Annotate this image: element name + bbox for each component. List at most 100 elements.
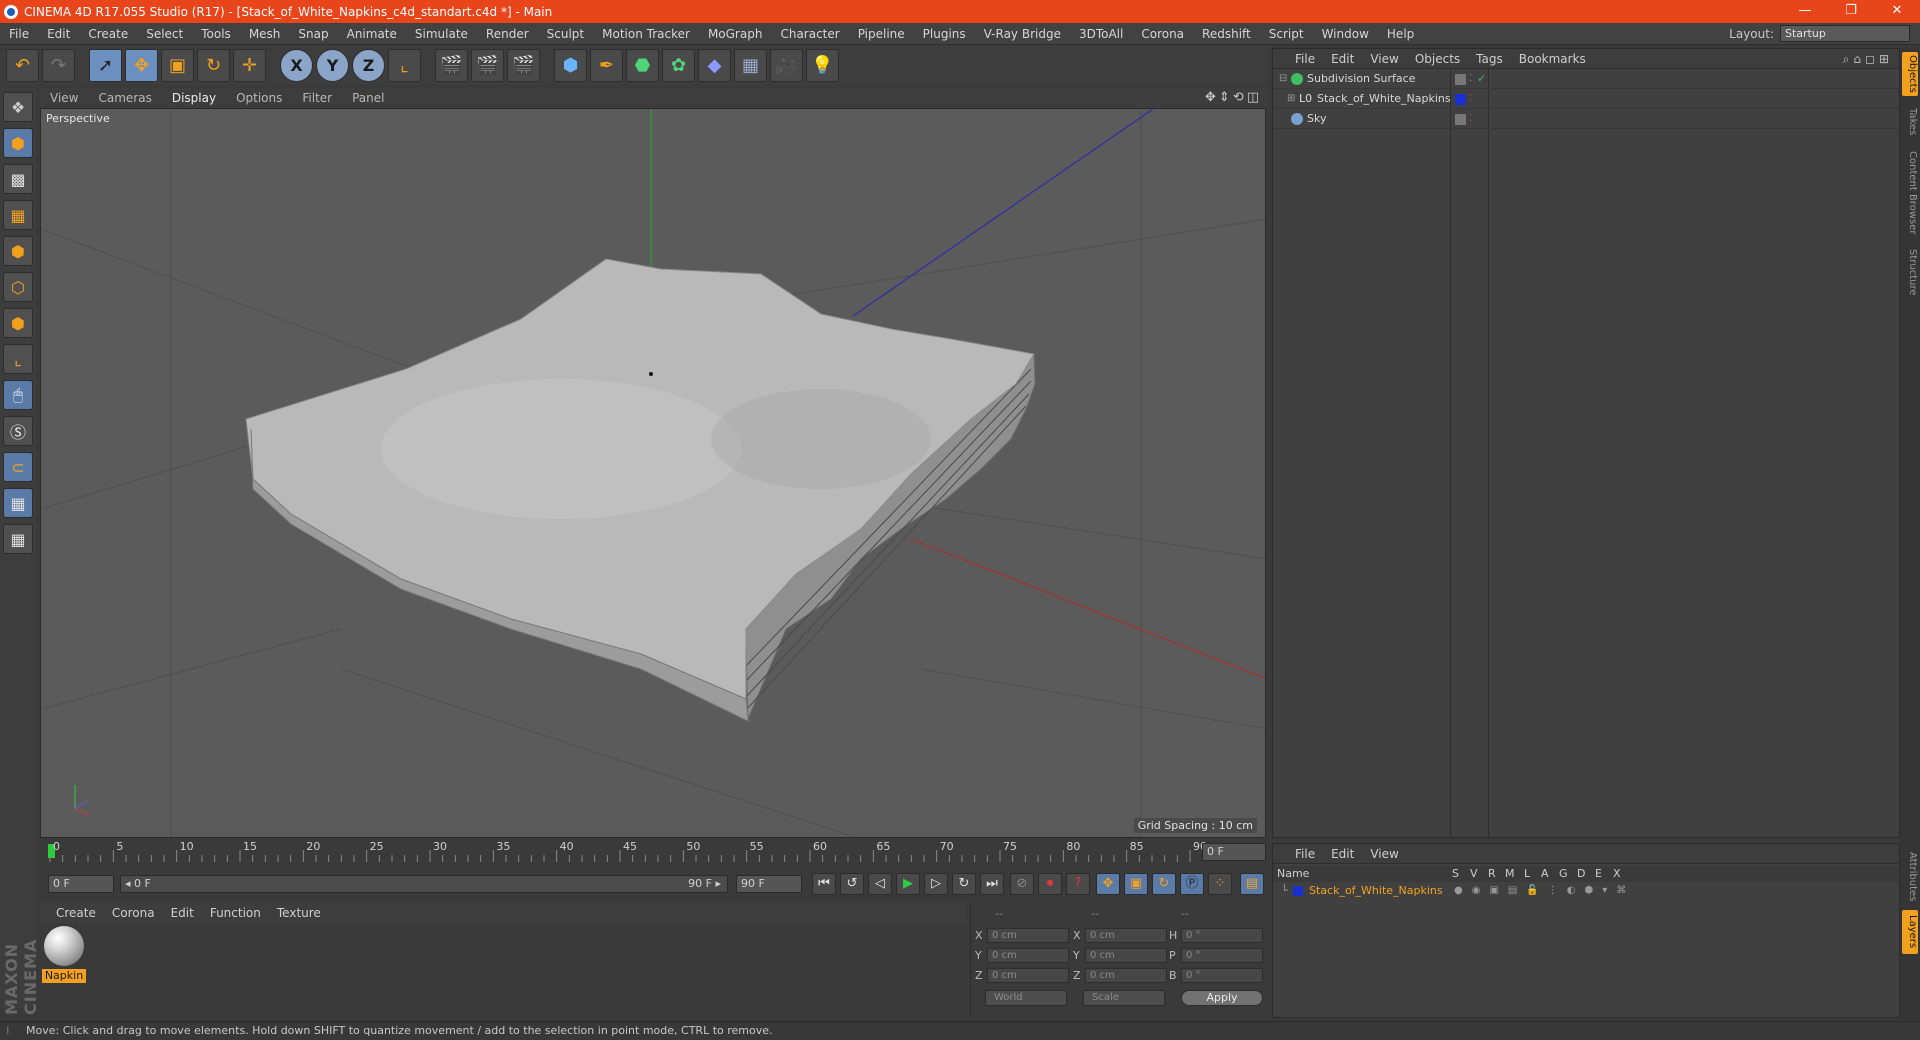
menu-motion-tracker[interactable]: Motion Tracker: [593, 27, 699, 41]
collapse-toggle-icon[interactable]: ⊟: [1279, 70, 1287, 88]
visibility-dots-icon[interactable]: ⁚: [1469, 110, 1472, 128]
timeline-ruler[interactable]: 0 5 10 15 20 25 30 35 40 45 50 55 60 65 70 75 80 85 90: [46, 840, 1207, 864]
minimize-button[interactable]: —: [1782, 0, 1828, 23]
visibility-dots-icon[interactable]: ⁚: [1469, 70, 1472, 88]
viewport-menu-panel[interactable]: Panel: [342, 91, 394, 105]
key-parameter-button[interactable]: Ⓟ: [1180, 873, 1204, 895]
perspective-viewport[interactable]: Perspective Grid Spacing : 10 cm: [40, 108, 1266, 838]
x-axis-lock-button[interactable]: X: [280, 48, 313, 82]
enable-snap-button[interactable]: ⊂: [3, 452, 33, 482]
light-button[interactable]: 💡: [806, 48, 839, 82]
pos-y-field[interactable]: 0 cm: [987, 948, 1069, 963]
go-to-start-button[interactable]: ⏮: [812, 873, 836, 895]
record-active-objects-button[interactable]: ⊘: [1010, 873, 1034, 895]
floor-button[interactable]: ▦: [734, 48, 767, 82]
object-row-sky[interactable]: Sky ⁚: [1273, 110, 1899, 129]
object-row-subdivision-surface[interactable]: ⊟ Subdivision Surface ⁚ ✓: [1273, 70, 1899, 89]
viewport-menu-view[interactable]: View: [40, 91, 88, 105]
texture-mode-button[interactable]: ▩: [3, 164, 33, 194]
workplane-mode-button[interactable]: ▦: [3, 200, 33, 230]
viewport-navigation-icons[interactable]: ✥⇕⟲◫: [1205, 90, 1262, 105]
menu-file[interactable]: File: [0, 27, 38, 41]
key-scale-button[interactable]: ▣: [1124, 873, 1148, 895]
layer-menu-file[interactable]: File: [1287, 847, 1323, 861]
menu-plugins[interactable]: Plugins: [914, 27, 975, 41]
material-menu-corona[interactable]: Corona: [104, 906, 163, 920]
object-menu-file[interactable]: File: [1287, 52, 1323, 66]
key-rotation-button[interactable]: ↻: [1152, 873, 1176, 895]
menu-script[interactable]: Script: [1260, 27, 1313, 41]
points-mode-button[interactable]: ⬢: [3, 236, 33, 266]
viewport-menu-display[interactable]: Display: [162, 91, 226, 105]
menu-tools[interactable]: Tools: [192, 27, 240, 41]
y-axis-lock-button[interactable]: Y: [316, 48, 349, 82]
menu-corona[interactable]: Corona: [1132, 27, 1193, 41]
autokeying-button[interactable]: ⏺: [1038, 873, 1062, 895]
visibility-dots-icon[interactable]: ⁚: [1469, 90, 1472, 108]
menu-3dtoall[interactable]: 3DToAll: [1070, 27, 1132, 41]
rot-b-field[interactable]: 0 °: [1181, 968, 1263, 983]
end-frame-field[interactable]: 90 F: [736, 875, 802, 893]
menu-vray-bridge[interactable]: V-Ray Bridge: [975, 27, 1070, 41]
edges-mode-button[interactable]: ⬡: [3, 272, 33, 302]
menu-animate[interactable]: Animate: [338, 27, 406, 41]
keyframe-selection-button[interactable]: ?: [1066, 873, 1090, 895]
tab-takes[interactable]: Takes: [1902, 104, 1918, 140]
layer-menu-edit[interactable]: Edit: [1323, 847, 1362, 861]
layer-row[interactable]: └ Stack_of_White_Napkins ●◉▣▤🔓⋮◐⬢▾⌘: [1273, 883, 1899, 899]
locked-workplane-button[interactable]: ▦: [3, 488, 33, 518]
tab-layers[interactable]: Layers: [1902, 910, 1918, 954]
menu-mograph[interactable]: MoGraph: [699, 27, 772, 41]
planar-workplane-button[interactable]: ▦: [3, 524, 33, 554]
menu-snap[interactable]: Snap: [289, 27, 337, 41]
menu-select[interactable]: Select: [137, 27, 192, 41]
tab-structure[interactable]: Structure: [1902, 244, 1918, 300]
subdivision-generator-button[interactable]: ⬣: [626, 48, 659, 82]
close-button[interactable]: ✕: [1874, 0, 1920, 23]
redo-button[interactable]: ↷: [42, 48, 75, 82]
render-to-picture-viewer-button[interactable]: 🎬: [471, 48, 504, 82]
pos-x-field[interactable]: 0 cm: [987, 928, 1069, 943]
rot-h-field[interactable]: 0 °: [1181, 928, 1263, 943]
last-tool-button[interactable]: ✛: [233, 48, 266, 82]
object-row-stack-of-white-napkins[interactable]: ⊞ L0 Stack_of_White_Napkins ⁚: [1273, 90, 1899, 109]
preview-range-slider[interactable]: ◂ 0 F 90 F ▸: [120, 875, 728, 893]
key-position-button[interactable]: ✥: [1096, 873, 1120, 895]
layer-menu-view[interactable]: View: [1362, 847, 1406, 861]
key-point-level-button[interactable]: ⁘: [1208, 873, 1232, 895]
camera-button[interactable]: 🎥: [770, 48, 803, 82]
timeline-window-button[interactable]: ▤: [1240, 873, 1264, 895]
tab-objects[interactable]: Objects: [1902, 52, 1918, 96]
scale-tool-button[interactable]: ▣: [161, 48, 194, 82]
mograph-cloner-button[interactable]: ✿: [662, 48, 695, 82]
z-axis-lock-button[interactable]: Z: [352, 48, 385, 82]
maximize-button[interactable]: ❐: [1828, 0, 1874, 23]
viewport-menu-cameras[interactable]: Cameras: [88, 91, 161, 105]
tab-attributes[interactable]: Attributes: [1902, 848, 1918, 906]
rotate-tool-button[interactable]: ↻: [197, 48, 230, 82]
menu-simulate[interactable]: Simulate: [406, 27, 477, 41]
model-mode-button[interactable]: ⬢: [3, 128, 33, 158]
object-menu-view[interactable]: View: [1362, 52, 1406, 66]
object-menu-bookmarks[interactable]: Bookmarks: [1511, 52, 1594, 66]
menu-create[interactable]: Create: [79, 27, 137, 41]
tweak-mode-button[interactable]: 🖱: [3, 380, 33, 410]
deformer-button[interactable]: ◆: [698, 48, 731, 82]
menu-help[interactable]: Help: [1378, 27, 1423, 41]
previous-key-button[interactable]: ↺: [840, 873, 864, 895]
layout-dropdown[interactable]: Startup: [1780, 25, 1910, 42]
spline-pen-button[interactable]: ✒: [590, 48, 623, 82]
size-x-field[interactable]: 0 cm: [1085, 928, 1167, 943]
viewport-menu-filter[interactable]: Filter: [292, 91, 342, 105]
current-frame-field[interactable]: 0 F: [1202, 843, 1266, 861]
layer-color-swatch[interactable]: [1293, 886, 1303, 896]
tab-content-browser[interactable]: Content Browser: [1902, 148, 1918, 238]
menu-edit[interactable]: Edit: [38, 27, 79, 41]
size-y-field[interactable]: 0 cm: [1085, 948, 1167, 963]
viewport-menu-options[interactable]: Options: [226, 91, 292, 105]
menu-window[interactable]: Window: [1313, 27, 1378, 41]
menu-sculpt[interactable]: Sculpt: [538, 27, 593, 41]
make-editable-button[interactable]: ❖: [3, 92, 33, 122]
go-to-end-button[interactable]: ⏭: [980, 873, 1004, 895]
live-selection-button[interactable]: ➚: [89, 48, 122, 82]
